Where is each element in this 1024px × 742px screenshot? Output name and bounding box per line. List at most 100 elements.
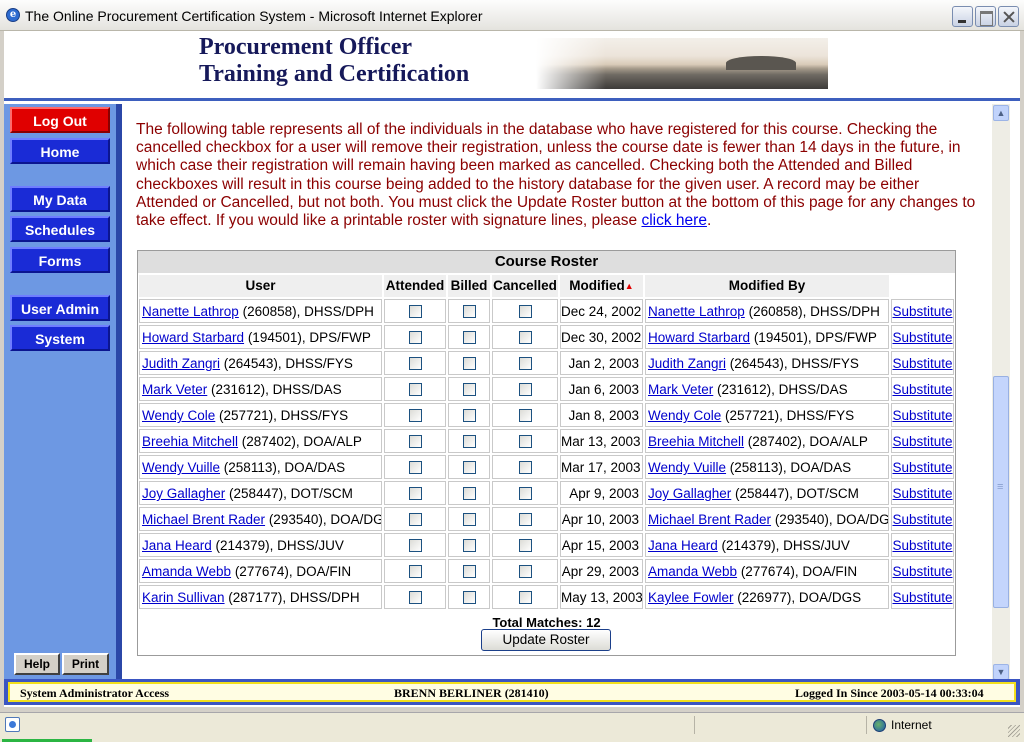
user-admin-button[interactable]: User Admin xyxy=(10,295,110,321)
cancelled-checkbox[interactable] xyxy=(518,382,532,396)
cancelled-checkbox[interactable] xyxy=(518,304,532,318)
billed-checkbox[interactable] xyxy=(462,382,476,396)
forms-button[interactable]: Forms xyxy=(10,247,110,273)
attended-checkbox[interactable] xyxy=(408,408,422,422)
billed-checkbox[interactable] xyxy=(462,564,476,578)
vertical-scrollbar[interactable]: ▲ ▼ xyxy=(992,104,1010,682)
attended-checkbox[interactable] xyxy=(408,538,422,552)
substitute-link[interactable]: Substitute xyxy=(892,538,952,553)
modified-by-link[interactable]: Jana Heard xyxy=(648,538,718,553)
substitute-link[interactable]: Substitute xyxy=(892,408,952,423)
attended-checkbox[interactable] xyxy=(408,564,422,578)
cancelled-checkbox[interactable] xyxy=(518,538,532,552)
user-link[interactable]: Jana Heard xyxy=(142,538,212,553)
billed-checkbox[interactable] xyxy=(462,434,476,448)
substitute-link[interactable]: Substitute xyxy=(892,564,952,579)
help-button[interactable]: Help xyxy=(14,653,60,675)
system-button[interactable]: System xyxy=(10,325,110,351)
table-row: Michael Brent Rader (293540), DOA/DGS Apr… xyxy=(138,507,955,533)
printable-roster-link[interactable]: click here xyxy=(641,212,706,229)
billed-checkbox[interactable] xyxy=(462,330,476,344)
cancelled-checkbox[interactable] xyxy=(518,590,532,604)
modified-by-link[interactable]: Amanda Webb xyxy=(648,564,737,579)
billed-checkbox[interactable] xyxy=(462,408,476,422)
cancelled-checkbox[interactable] xyxy=(518,512,532,526)
user-link[interactable]: Breehia Mitchell xyxy=(142,434,238,449)
close-button[interactable] xyxy=(998,6,1019,27)
modified-date: Mar 13, 2003 xyxy=(560,429,643,453)
modified-by-link[interactable]: Judith Zangri xyxy=(648,356,726,371)
attended-checkbox[interactable] xyxy=(408,382,422,396)
user-link[interactable]: Amanda Webb xyxy=(142,564,231,579)
logout-button[interactable]: Log Out xyxy=(10,107,110,133)
attended-checkbox[interactable] xyxy=(408,486,422,500)
cancelled-checkbox[interactable] xyxy=(518,408,532,422)
cancelled-checkbox[interactable] xyxy=(518,356,532,370)
modified-by-link[interactable]: Wendy Vuille xyxy=(648,460,726,475)
user-link[interactable]: Nanette Lathrop xyxy=(142,304,239,319)
modified-by-link[interactable]: Howard Starbard xyxy=(648,330,750,345)
attended-checkbox[interactable] xyxy=(408,330,422,344)
attended-checkbox[interactable] xyxy=(408,434,422,448)
scroll-thumb[interactable] xyxy=(993,376,1009,608)
update-roster-button[interactable]: Update Roster xyxy=(481,629,611,651)
cancelled-checkbox[interactable] xyxy=(518,564,532,578)
user-link[interactable]: Mark Veter xyxy=(142,382,207,397)
modified-by-link[interactable]: Wendy Cole xyxy=(648,408,721,423)
print-button[interactable]: Print xyxy=(62,653,109,675)
attended-checkbox[interactable] xyxy=(408,356,422,370)
billed-checkbox[interactable] xyxy=(462,512,476,526)
user-link[interactable]: Wendy Vuille xyxy=(142,460,220,475)
attended-checkbox[interactable] xyxy=(408,512,422,526)
substitute-link[interactable]: Substitute xyxy=(892,512,952,527)
scroll-down-icon[interactable]: ▼ xyxy=(993,664,1009,680)
substitute-link[interactable]: Substitute xyxy=(892,382,952,397)
user-link[interactable]: Joy Gallagher xyxy=(142,486,225,501)
substitute-link[interactable]: Substitute xyxy=(892,304,952,319)
attended-checkbox[interactable] xyxy=(408,590,422,604)
window-title: The Online Procurement Certification Sys… xyxy=(25,8,483,24)
modified-by-link[interactable]: Mark Veter xyxy=(648,382,713,397)
modified-by-link[interactable]: Nanette Lathrop xyxy=(648,304,745,319)
billed-checkbox[interactable] xyxy=(462,590,476,604)
billed-checkbox[interactable] xyxy=(462,356,476,370)
security-zone-label: Internet xyxy=(891,718,932,732)
schedules-button[interactable]: Schedules xyxy=(10,216,110,242)
substitute-link[interactable]: Substitute xyxy=(892,590,952,605)
billed-checkbox[interactable] xyxy=(462,538,476,552)
billed-checkbox[interactable] xyxy=(462,460,476,474)
user-link[interactable]: Judith Zangri xyxy=(142,356,220,371)
cancelled-cell xyxy=(492,507,558,531)
my-data-button[interactable]: My Data xyxy=(10,186,110,212)
user-cell: Howard Starbard (194501), DPS/FWP xyxy=(139,325,382,349)
modified-by-link[interactable]: Kaylee Fowler xyxy=(648,590,734,605)
substitute-link[interactable]: Substitute xyxy=(892,434,952,449)
maximize-button[interactable] xyxy=(975,6,996,27)
cancelled-checkbox[interactable] xyxy=(518,486,532,500)
resize-grip-icon[interactable] xyxy=(1008,725,1020,737)
modified-by-link[interactable]: Breehia Mitchell xyxy=(648,434,744,449)
minimize-button[interactable] xyxy=(952,6,973,27)
billed-checkbox[interactable] xyxy=(462,486,476,500)
user-link[interactable]: Wendy Cole xyxy=(142,408,215,423)
cancelled-checkbox[interactable] xyxy=(518,330,532,344)
user-link[interactable]: Karin Sullivan xyxy=(142,590,225,605)
cancelled-checkbox[interactable] xyxy=(518,434,532,448)
user-link[interactable]: Howard Starbard xyxy=(142,330,244,345)
home-button[interactable]: Home xyxy=(10,138,110,164)
attended-checkbox[interactable] xyxy=(408,304,422,318)
substitute-link[interactable]: Substitute xyxy=(892,460,952,475)
modified-by-link[interactable]: Michael Brent Rader xyxy=(648,512,771,527)
substitute-link[interactable]: Substitute xyxy=(892,486,952,501)
scroll-up-icon[interactable]: ▲ xyxy=(993,105,1009,121)
billed-checkbox[interactable] xyxy=(462,304,476,318)
header-modified[interactable]: Modified▲ xyxy=(560,275,643,297)
user-link[interactable]: Michael Brent Rader xyxy=(142,512,265,527)
attended-checkbox[interactable] xyxy=(408,460,422,474)
modified-by-link[interactable]: Joy Gallagher xyxy=(648,486,731,501)
cancelled-checkbox[interactable] xyxy=(518,460,532,474)
instructions-text: The following table represents all of th… xyxy=(136,121,976,230)
user-cell: Amanda Webb (277674), DOA/FIN xyxy=(139,559,382,583)
substitute-link[interactable]: Substitute xyxy=(892,356,952,371)
substitute-link[interactable]: Substitute xyxy=(892,330,952,345)
